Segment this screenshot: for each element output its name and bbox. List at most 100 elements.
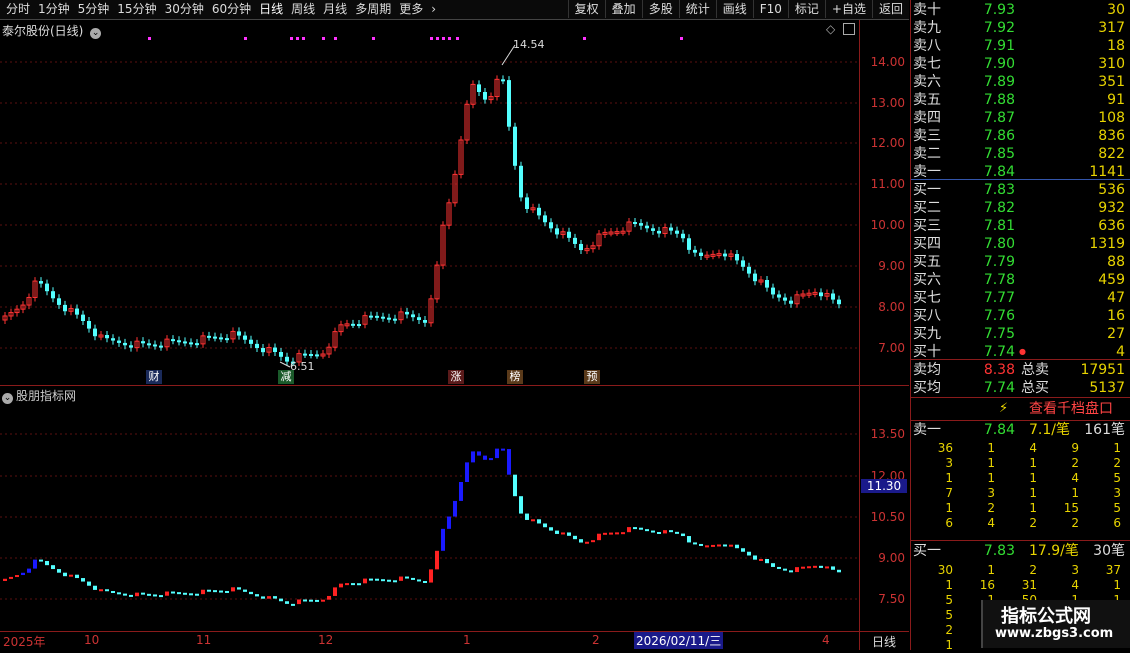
candle-down [57, 298, 61, 305]
bid-row[interactable]: 买一 7.83 536 [911, 181, 1130, 199]
event-marker-rank[interactable]: 榜 [507, 370, 523, 384]
tab-60min[interactable]: 60分钟 [208, 0, 255, 19]
tab-5min[interactable]: 5分钟 [74, 0, 114, 19]
indicator-pane[interactable]: ⌄ 股朋指标网 [0, 386, 859, 630]
bid-row[interactable]: 买五 7.79 88 [911, 253, 1130, 271]
ask-row[interactable]: 卖九 7.92 317 [911, 19, 1130, 37]
indicator-bar [21, 572, 25, 576]
time-label: 12 [318, 633, 334, 647]
indicator-bar [297, 599, 301, 605]
indicator-bar [279, 598, 283, 602]
bid-row[interactable]: 买八 7.76 16 [911, 307, 1130, 325]
candle-down [741, 260, 745, 267]
bid-volume: 27 [1107, 326, 1125, 342]
event-marker-reduce[interactable]: 减 [278, 370, 294, 384]
adjust-button[interactable]: 复权 [567, 0, 605, 18]
f10-button[interactable]: F10 [752, 0, 788, 18]
ask-row[interactable]: 卖八 7.91 18 [911, 37, 1130, 55]
candle-down [831, 293, 835, 300]
indicator-bar [63, 572, 67, 577]
ask-row[interactable]: 卖十 7.93 30 [911, 1, 1130, 19]
indicator-bar [777, 566, 781, 569]
indicator-bar [309, 599, 313, 602]
ask1-label: 卖一 [913, 422, 941, 438]
add-watchlist-button[interactable]: +自选 [824, 0, 872, 18]
bid-row[interactable]: 买六 7.78 459 [911, 271, 1130, 289]
bid-row[interactable]: 买九 7.75 27 [911, 325, 1130, 343]
event-marker-forecast[interactable]: 预 [584, 370, 600, 384]
queue-cell: 1 [1071, 486, 1079, 500]
tab-more[interactable]: 更多 [395, 0, 427, 19]
indicator-bar [483, 455, 487, 460]
bid-row[interactable]: 买三 7.81 636 [911, 217, 1130, 235]
stats-button[interactable]: 统计 [678, 0, 716, 18]
tab-15min[interactable]: 15分钟 [113, 0, 160, 19]
ask1-count: 161笔 [1084, 422, 1125, 438]
signal-dot [456, 37, 459, 40]
ask-row[interactable]: 卖七 7.90 310 [911, 55, 1130, 73]
queue-cell: 1 [987, 471, 995, 485]
candle-down [747, 266, 751, 274]
draw-line-button[interactable]: 画线 [715, 0, 753, 18]
candle-down [45, 283, 49, 292]
indicator-bar [807, 566, 811, 569]
spread-divider [911, 179, 1130, 180]
event-marker-limit-up[interactable]: 涨 [448, 370, 464, 384]
ask1-per-order: 7.1/笔 [1029, 422, 1070, 438]
indicator-bar [183, 592, 187, 595]
kline-pane[interactable]: 泰尔股份(日线) ⌄ ◇ 14.54 6.51 财 减 涨 榜 预 [0, 20, 859, 384]
indicator-bar [435, 550, 439, 570]
chevron-right-icon[interactable]: › [427, 0, 440, 19]
queue-row: 1 2 1 15 5 [911, 501, 1130, 516]
queue-cell: 2 [1113, 456, 1121, 470]
candle-down [411, 314, 415, 318]
period-label[interactable]: 日线 [872, 633, 896, 650]
cursor-value-badge: 11.30 [861, 479, 907, 493]
candle-down [105, 335, 109, 339]
bid-label: 买一 [913, 182, 941, 198]
divider [911, 359, 1130, 360]
tab-fenshi[interactable]: 分时 [2, 0, 34, 19]
watermark-title: 指标公式网 [1001, 606, 1091, 627]
back-button[interactable]: 返回 [871, 0, 909, 18]
multi-stock-button[interactable]: 多股 [641, 0, 679, 18]
candle-down [735, 254, 739, 261]
time-label: 2025年 [3, 635, 46, 649]
indicator-bar [711, 544, 715, 547]
kline-canvas[interactable] [0, 20, 859, 384]
depth-button[interactable]: ⚡ 查看千档盘口 [911, 398, 1130, 420]
overlay-button[interactable]: 叠加 [604, 0, 642, 18]
indicator-canvas[interactable] [0, 386, 859, 630]
ask-label: 卖八 [913, 38, 941, 54]
low-pointer [279, 361, 291, 368]
time-label: 10 [84, 633, 100, 647]
bid-row[interactable]: 买二 7.82 932 [911, 199, 1130, 217]
signal-dot [334, 37, 337, 40]
signal-dot [244, 37, 247, 40]
bid-row[interactable]: 买四 7.80 1319 [911, 235, 1130, 253]
indicator-bar [723, 544, 727, 547]
ask-row[interactable]: 卖二 7.85 822 [911, 145, 1130, 163]
mark-button[interactable]: 标记 [787, 0, 825, 18]
bid-row[interactable]: 买七 7.77 47 [911, 289, 1130, 307]
ask-row[interactable]: 卖四 7.87 108 [911, 109, 1130, 127]
indicator-bar [105, 589, 109, 592]
indicator-bar [651, 530, 655, 533]
queue-cell: 1 [945, 501, 953, 515]
indicator-bar [99, 589, 103, 592]
tab-30min[interactable]: 30分钟 [161, 0, 208, 19]
ask-row[interactable]: 卖三 7.86 836 [911, 127, 1130, 145]
ask-price: 7.91 [983, 38, 1015, 54]
indicator-bar [291, 603, 295, 606]
ask-row[interactable]: 卖六 7.89 351 [911, 73, 1130, 91]
ask-price: 7.85 [983, 146, 1015, 162]
tab-daily[interactable]: 日线 [255, 0, 287, 19]
indicator-bar [15, 575, 19, 578]
tab-multi-period[interactable]: 多周期 [351, 0, 395, 19]
tab-weekly[interactable]: 周线 [287, 0, 319, 19]
candle-down [129, 345, 133, 348]
tab-1min[interactable]: 1分钟 [34, 0, 74, 19]
tab-monthly[interactable]: 月线 [319, 0, 351, 19]
ask-row[interactable]: 卖五 7.88 91 [911, 91, 1130, 109]
event-marker-finance[interactable]: 财 [146, 370, 162, 384]
